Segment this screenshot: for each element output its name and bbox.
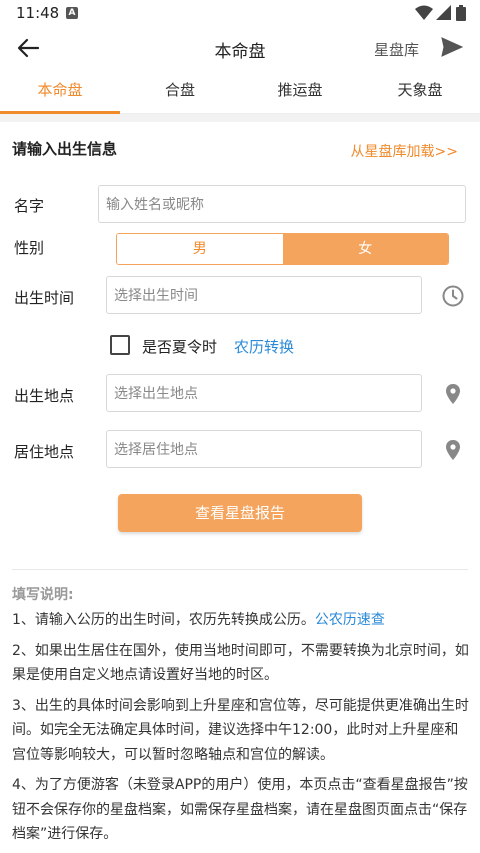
battery-icon bbox=[456, 5, 466, 21]
tab-natal-chart[interactable]: 本命盘 bbox=[0, 70, 120, 114]
notes-list: 1、请输入公历的出生时间，农历先转换成公历。公农历速查 2、如果出生居住在国外，… bbox=[12, 608, 472, 853]
notes-title: 填写说明: bbox=[12, 587, 74, 603]
name-placeholder: 输入姓名或昵称 bbox=[106, 197, 204, 213]
name-input[interactable]: 输入姓名或昵称 bbox=[98, 185, 466, 223]
note-item: 2、如果出生居住在国外，使用当地时间即可，不需要转换为北京时间，如果是使用自定义… bbox=[12, 642, 469, 684]
send-icon[interactable] bbox=[440, 35, 464, 59]
tab-synastry[interactable]: 合盘 bbox=[120, 70, 240, 113]
load-from-library-link[interactable]: 从星盘库加载>> bbox=[351, 141, 458, 161]
location-pin-icon[interactable] bbox=[441, 382, 465, 406]
note-item: 4、为了方便游客（未登录APP的用户）使用，本页点击“查看星盘报告”按钮不会保存… bbox=[12, 777, 468, 842]
gender-female-option[interactable]: 女 bbox=[282, 234, 448, 264]
note-item: 3、出生的具体时间会影响到上升星座和宫位等，尽可能提供更准确出生时间。如完全无法… bbox=[12, 697, 469, 763]
section-divider bbox=[0, 114, 480, 122]
birthplace-label: 出生地点 bbox=[14, 387, 75, 405]
name-label: 名字 bbox=[14, 197, 45, 215]
residence-input[interactable]: 选择居住地点 bbox=[106, 430, 422, 468]
signal-icon bbox=[436, 5, 451, 20]
notes-divider bbox=[12, 569, 468, 570]
birth-time-label: 出生时间 bbox=[14, 289, 75, 307]
dst-label: 是否夏令时 bbox=[142, 338, 218, 356]
calendar-lookup-link[interactable]: 公农历速查 bbox=[315, 612, 385, 628]
tab-bar: 本命盘 合盘 推运盘 天象盘 bbox=[0, 70, 480, 114]
tab-transit[interactable]: 天象盘 bbox=[360, 70, 480, 113]
location-pin-icon[interactable] bbox=[441, 438, 465, 462]
status-time: 11:48 bbox=[16, 4, 60, 22]
view-chart-report-button[interactable]: 查看星盘报告 bbox=[118, 494, 362, 532]
clock-icon[interactable] bbox=[441, 284, 465, 308]
form-section-title: 请输入出生信息 bbox=[12, 140, 118, 158]
note-item: 1、请输入公历的出生时间，农历先转换成公历。公农历速查 bbox=[12, 612, 385, 628]
status-bar: 11:48 A bbox=[0, 0, 480, 26]
app-header: 本命盘 星盘库 bbox=[0, 26, 480, 70]
birth-time-placeholder: 选择出生时间 bbox=[114, 288, 198, 304]
dst-checkbox[interactable] bbox=[110, 335, 130, 355]
tab-progression[interactable]: 推运盘 bbox=[240, 70, 360, 113]
birth-time-input[interactable]: 选择出生时间 bbox=[106, 276, 422, 314]
chart-library-button[interactable]: 星盘库 bbox=[374, 39, 419, 60]
notification-icon: A bbox=[66, 7, 78, 19]
residence-placeholder: 选择居住地点 bbox=[114, 442, 198, 458]
birthplace-placeholder: 选择出生地点 bbox=[114, 386, 198, 402]
lunar-convert-link[interactable]: 农历转换 bbox=[234, 336, 294, 357]
gender-male-option[interactable]: 男 bbox=[117, 234, 283, 264]
gender-label: 性别 bbox=[14, 239, 45, 257]
residence-label: 居住地点 bbox=[14, 443, 75, 461]
wifi-icon bbox=[415, 5, 433, 20]
gender-toggle: 男 女 bbox=[116, 233, 449, 265]
birthplace-input[interactable]: 选择出生地点 bbox=[106, 374, 422, 412]
